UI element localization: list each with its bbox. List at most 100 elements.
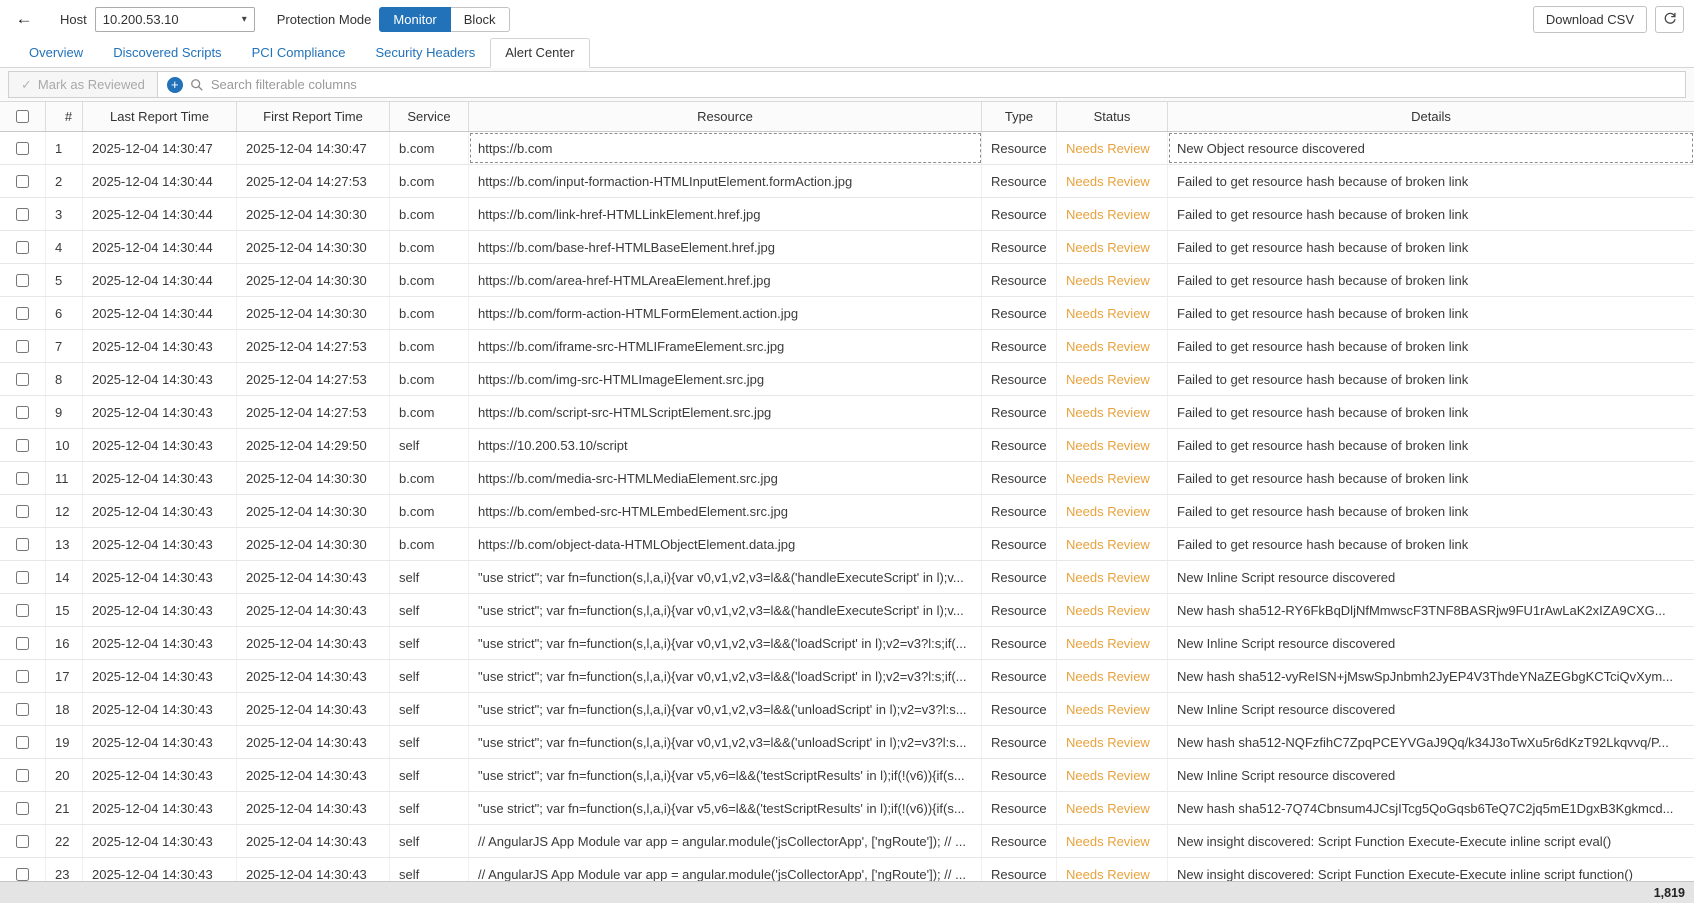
table-row[interactable]: 17 2025-12-04 14:30:43 2025-12-04 14:30:… <box>0 660 1694 693</box>
table-row[interactable]: 16 2025-12-04 14:30:43 2025-12-04 14:30:… <box>0 627 1694 660</box>
row-checkbox[interactable] <box>16 637 29 650</box>
row-checkbox[interactable] <box>16 142 29 155</box>
tab-pci-compliance[interactable]: PCI Compliance <box>237 38 361 68</box>
table-row[interactable]: 8 2025-12-04 14:30:43 2025-12-04 14:27:5… <box>0 363 1694 396</box>
details-cell: Failed to get resource hash because of b… <box>1168 231 1694 263</box>
select-all-checkbox[interactable] <box>16 110 29 123</box>
resource-cell[interactable]: https://b.com/base-href-HTMLBaseElement.… <box>469 231 982 263</box>
row-checkbox[interactable] <box>16 505 29 518</box>
resource-cell[interactable]: https://b.com/media-src-HTMLMediaElement… <box>469 462 982 494</box>
tab-discovered-scripts[interactable]: Discovered Scripts <box>98 38 236 68</box>
resource-cell[interactable]: "use strict"; var fn=function(s,l,a,i){v… <box>469 627 982 659</box>
block-button[interactable]: Block <box>451 7 510 32</box>
monitor-button[interactable]: Monitor <box>379 7 450 32</box>
first-report-time-cell: 2025-12-04 14:30:43 <box>237 759 390 791</box>
row-checkbox[interactable] <box>16 538 29 551</box>
tab-security-headers[interactable]: Security Headers <box>361 38 491 68</box>
table-row[interactable]: 2 2025-12-04 14:30:44 2025-12-04 14:27:5… <box>0 165 1694 198</box>
table-row[interactable]: 9 2025-12-04 14:30:43 2025-12-04 14:27:5… <box>0 396 1694 429</box>
table-row[interactable]: 4 2025-12-04 14:30:44 2025-12-04 14:30:3… <box>0 231 1694 264</box>
table-row[interactable]: 12 2025-12-04 14:30:43 2025-12-04 14:30:… <box>0 495 1694 528</box>
table-row[interactable]: 13 2025-12-04 14:30:43 2025-12-04 14:30:… <box>0 528 1694 561</box>
row-checkbox[interactable] <box>16 769 29 782</box>
row-checkbox[interactable] <box>16 472 29 485</box>
toolbar: ✓ Mark as Reviewed + <box>0 68 1694 101</box>
header-type[interactable]: Type <box>982 102 1057 131</box>
resource-cell[interactable]: https://b.com/object-data-HTMLObjectElem… <box>469 528 982 560</box>
row-checkbox[interactable] <box>16 274 29 287</box>
header-service[interactable]: Service <box>390 102 469 131</box>
tab-alert-center[interactable]: Alert Center <box>490 38 589 68</box>
table-row[interactable]: 1 2025-12-04 14:30:47 2025-12-04 14:30:4… <box>0 132 1694 165</box>
host-select[interactable]: 10.200.53.10 ▾ <box>95 7 255 32</box>
table-row[interactable]: 23 2025-12-04 14:30:43 2025-12-04 14:30:… <box>0 858 1694 881</box>
mark-as-reviewed-button[interactable]: ✓ Mark as Reviewed <box>9 72 158 97</box>
back-button[interactable]: ← <box>10 5 38 33</box>
table-row[interactable]: 21 2025-12-04 14:30:43 2025-12-04 14:30:… <box>0 792 1694 825</box>
table-row[interactable]: 11 2025-12-04 14:30:43 2025-12-04 14:30:… <box>0 462 1694 495</box>
last-report-time-cell: 2025-12-04 14:30:43 <box>83 363 237 395</box>
resource-cell[interactable]: "use strict"; var fn=function(s,l,a,i){v… <box>469 726 982 758</box>
resource-cell[interactable]: https://b.com/iframe-src-HTMLIFrameEleme… <box>469 330 982 362</box>
service-cell: self <box>390 792 469 824</box>
resource-cell[interactable]: // AngularJS App Module var app = angula… <box>469 858 982 881</box>
resource-cell[interactable]: "use strict"; var fn=function(s,l,a,i){v… <box>469 693 982 725</box>
refresh-button[interactable] <box>1655 6 1684 33</box>
row-checkbox[interactable] <box>16 406 29 419</box>
row-number: 16 <box>46 627 83 659</box>
table-row[interactable]: 3 2025-12-04 14:30:44 2025-12-04 14:30:3… <box>0 198 1694 231</box>
resource-cell[interactable]: https://b.com/input-formaction-HTMLInput… <box>469 165 982 197</box>
row-checkbox[interactable] <box>16 439 29 452</box>
header-details[interactable]: Details <box>1168 102 1694 131</box>
resource-cell[interactable]: https://b.com/script-src-HTMLScriptEleme… <box>469 396 982 428</box>
header-resource[interactable]: Resource <box>469 102 982 131</box>
type-cell: Resource <box>982 792 1057 824</box>
resource-cell[interactable]: https://b.com/link-href-HTMLLinkElement.… <box>469 198 982 230</box>
table-row[interactable]: 22 2025-12-04 14:30:43 2025-12-04 14:30:… <box>0 825 1694 858</box>
row-checkbox[interactable] <box>16 307 29 320</box>
add-filter-icon[interactable]: + <box>167 77 183 93</box>
table-row[interactable]: 6 2025-12-04 14:30:44 2025-12-04 14:30:3… <box>0 297 1694 330</box>
row-checkbox[interactable] <box>16 670 29 683</box>
service-cell: b.com <box>390 396 469 428</box>
row-checkbox[interactable] <box>16 604 29 617</box>
resource-cell[interactable]: https://b.com/area-href-HTMLAreaElement.… <box>469 264 982 296</box>
tab-overview[interactable]: Overview <box>14 38 98 68</box>
resource-cell[interactable]: https://b.com/embed-src-HTMLEmbedElement… <box>469 495 982 527</box>
row-checkbox[interactable] <box>16 736 29 749</box>
table-row[interactable]: 15 2025-12-04 14:30:43 2025-12-04 14:30:… <box>0 594 1694 627</box>
resource-cell[interactable]: "use strict"; var fn=function(s,l,a,i){v… <box>469 792 982 824</box>
resource-cell[interactable]: "use strict"; var fn=function(s,l,a,i){v… <box>469 561 982 593</box>
table-row[interactable]: 10 2025-12-04 14:30:43 2025-12-04 14:29:… <box>0 429 1694 462</box>
resource-cell[interactable]: // AngularJS App Module var app = angula… <box>469 825 982 857</box>
row-checkbox[interactable] <box>16 340 29 353</box>
row-checkbox[interactable] <box>16 868 29 881</box>
table-row[interactable]: 19 2025-12-04 14:30:43 2025-12-04 14:30:… <box>0 726 1694 759</box>
row-checkbox[interactable] <box>16 835 29 848</box>
table-row[interactable]: 7 2025-12-04 14:30:43 2025-12-04 14:27:5… <box>0 330 1694 363</box>
resource-cell[interactable]: https://10.200.53.10/script <box>469 429 982 461</box>
row-checkbox[interactable] <box>16 802 29 815</box>
service-cell: self <box>390 429 469 461</box>
resource-cell[interactable]: https://b.com <box>469 132 982 164</box>
resource-cell[interactable]: "use strict"; var fn=function(s,l,a,i){v… <box>469 660 982 692</box>
row-checkbox[interactable] <box>16 175 29 188</box>
resource-cell[interactable]: https://b.com/form-action-HTMLFormElemen… <box>469 297 982 329</box>
row-checkbox[interactable] <box>16 241 29 254</box>
table-row[interactable]: 5 2025-12-04 14:30:44 2025-12-04 14:30:3… <box>0 264 1694 297</box>
row-checkbox[interactable] <box>16 208 29 221</box>
header-last-report-time[interactable]: Last Report Time <box>83 102 237 131</box>
resource-cell[interactable]: https://b.com/img-src-HTMLImageElement.s… <box>469 363 982 395</box>
header-status[interactable]: Status <box>1057 102 1168 131</box>
table-row[interactable]: 20 2025-12-04 14:30:43 2025-12-04 14:30:… <box>0 759 1694 792</box>
resource-cell[interactable]: "use strict"; var fn=function(s,l,a,i){v… <box>469 594 982 626</box>
search-input[interactable] <box>211 77 1676 92</box>
resource-cell[interactable]: "use strict"; var fn=function(s,l,a,i){v… <box>469 759 982 791</box>
table-row[interactable]: 14 2025-12-04 14:30:43 2025-12-04 14:30:… <box>0 561 1694 594</box>
row-checkbox[interactable] <box>16 703 29 716</box>
download-csv-button[interactable]: Download CSV <box>1533 6 1647 33</box>
header-first-report-time[interactable]: First Report Time <box>237 102 390 131</box>
table-row[interactable]: 18 2025-12-04 14:30:43 2025-12-04 14:30:… <box>0 693 1694 726</box>
row-checkbox[interactable] <box>16 373 29 386</box>
row-checkbox[interactable] <box>16 571 29 584</box>
